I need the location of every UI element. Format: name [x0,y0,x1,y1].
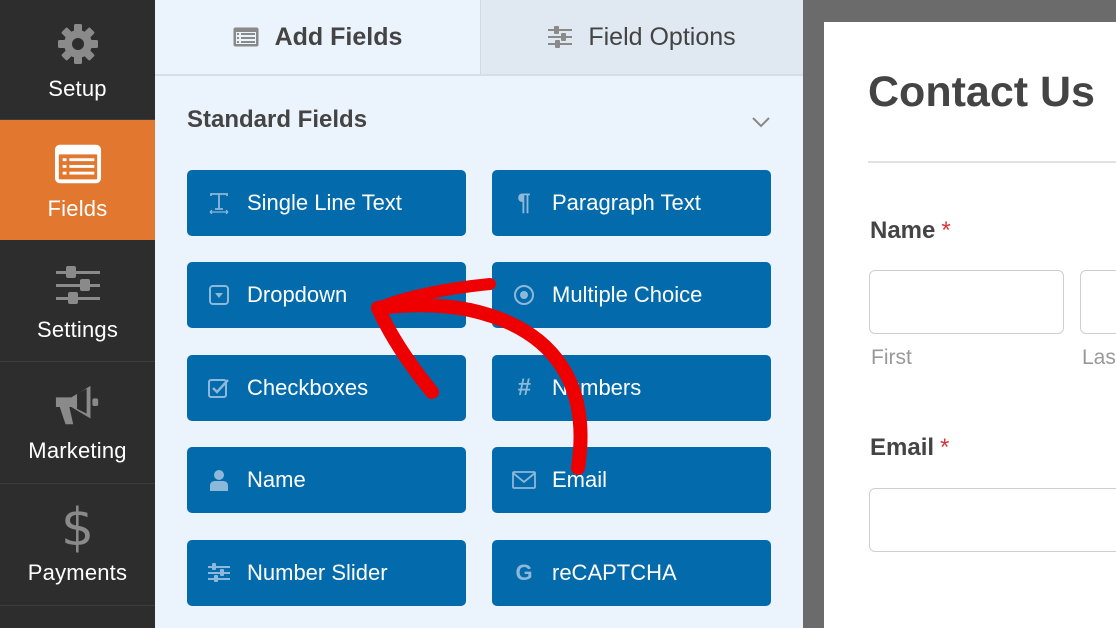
first-name-input[interactable] [869,270,1064,334]
sidebar-item-label: Settings [36,317,119,342]
field-button-label: reCAPTCHA [552,560,677,585]
section-title: Standard Fields [187,106,368,133]
tab-label: Add Fields [274,22,403,51]
field-button-label: Paragraph Text [552,190,701,215]
name-field-label: Name * [870,217,951,245]
chevron-down-icon[interactable] [749,110,773,134]
sidebar-item-marketing[interactable]: Marketing [0,362,155,484]
dollar-icon: $ [60,498,95,558]
text-cursor-icon [207,191,231,215]
checkbox-icon [207,376,231,400]
field-button-label: Name [247,467,306,492]
email-input[interactable] [869,488,1116,552]
last-name-sublabel: Last [1082,346,1116,369]
pilcrow-icon: ¶ [517,189,531,216]
first-name-sublabel: First [871,346,912,369]
sliders-icon [54,261,102,309]
field-label-text: Email [870,434,935,461]
sidebar-item-payments[interactable]: $ Payments [0,484,155,606]
field-button-numbers[interactable]: # Numbers [492,355,771,421]
sidebar-item-settings[interactable]: Settings [0,241,155,362]
field-button-label: Numbers [552,375,642,400]
required-asterisk: * [940,434,950,461]
sliders-icon [207,561,231,585]
form-title: Contact Us [868,68,1095,116]
dropdown-icon [207,283,231,307]
builder-sidebar: Setup Fields Settings Marketing $ Paymen… [0,0,155,628]
user-icon [207,468,231,492]
tab-add-fields[interactable]: Add Fields [155,0,480,74]
sidebar-item-label: Payments [27,560,128,585]
sidebar-item-label: Marketing [28,438,127,463]
field-button-label: Number Slider [247,560,388,585]
form-preview: Contact Us Name* First Last Email* [824,22,1116,628]
fields-list-icon [54,140,102,188]
sliders-icon [548,26,573,48]
field-button-paragraph-text[interactable]: ¶ Paragraph Text [492,170,771,236]
hash-icon: # [517,374,531,401]
gear-icon [54,20,102,68]
field-button-dropdown[interactable]: Dropdown [187,262,466,328]
sidebar-item-label: Setup [48,76,107,101]
field-button-multiple-choice[interactable]: Multiple Choice [492,262,771,328]
field-label-text: Name [870,217,936,244]
sidebar-item-fields[interactable]: Fields [0,120,155,240]
sidebar-item-setup[interactable]: Setup [0,0,155,120]
field-button-label: Email [552,467,608,492]
field-button-label: Multiple Choice [552,282,703,307]
required-asterisk: * [941,217,951,244]
panel-tabs: Add Fields Field Options [155,0,803,76]
field-button-label: Checkboxes [247,375,369,400]
fields-panel: Add Fields Field Options Standard Fields… [155,0,803,628]
tab-label: Field Options [588,22,736,51]
megaphone-icon [54,382,102,430]
field-button-checkboxes[interactable]: Checkboxes [187,355,466,421]
field-button-single-line-text[interactable]: Single Line Text [187,170,466,236]
last-name-input[interactable] [1080,270,1116,334]
form-divider [868,161,1116,163]
field-button-recaptcha[interactable]: G reCAPTCHA [492,540,771,606]
tab-field-options[interactable]: Field Options [480,0,803,74]
sidebar-item-label: Fields [47,196,108,221]
field-button-label: Single Line Text [247,190,402,215]
field-button-name[interactable]: Name [187,447,466,513]
field-button-number-slider[interactable]: Number Slider [187,540,466,606]
field-button-label: Dropdown [247,282,348,307]
envelope-icon [512,468,536,492]
list-icon [233,27,259,47]
google-icon: G [515,560,533,585]
field-button-email[interactable]: Email [492,447,771,513]
radio-icon [512,283,536,307]
email-field-label: Email * [870,434,949,462]
